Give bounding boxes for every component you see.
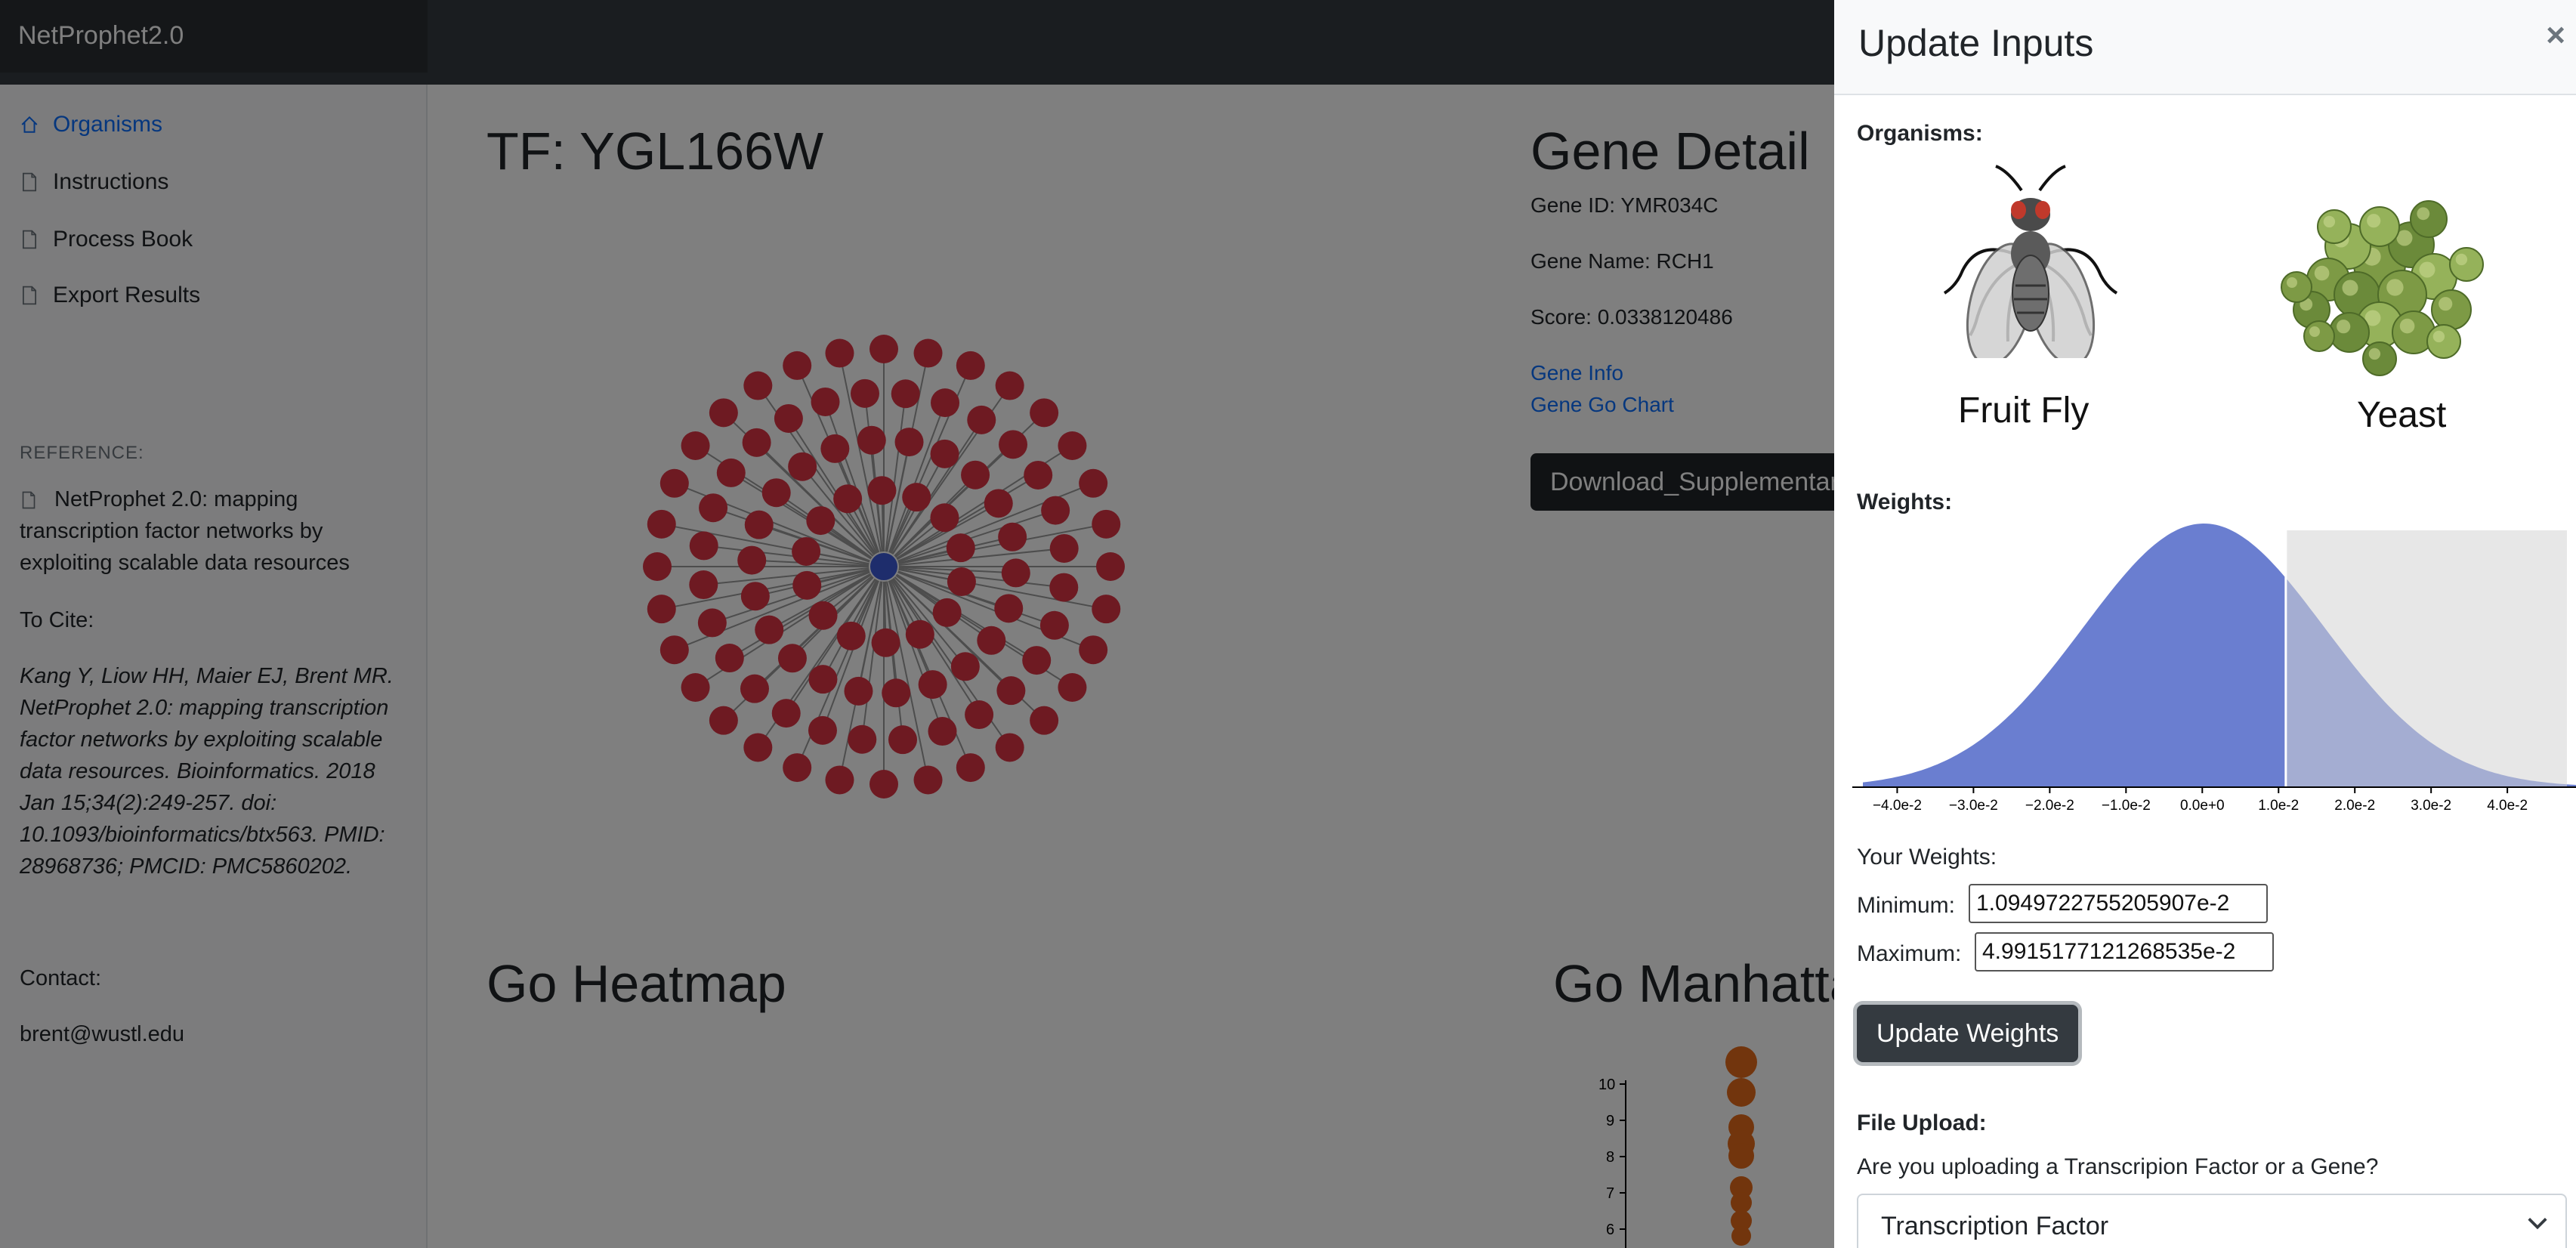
yeast-cell (2431, 289, 2472, 330)
yeast-highlight (2432, 330, 2445, 343)
yeast-cell (2303, 320, 2335, 352)
yeast-highlight (2439, 297, 2453, 311)
panel-title: Update Inputs (1858, 22, 2094, 64)
weights-selection-brush[interactable] (2285, 530, 2567, 787)
fruit-fly-image[interactable] (1917, 165, 2144, 358)
yeast-highlight (2417, 207, 2430, 221)
yeast-highlight (2367, 214, 2381, 228)
x-tick-label: −3.0e-2 (1949, 798, 1998, 814)
yeast-highlight (2399, 318, 2415, 334)
yeast-image[interactable] (2266, 181, 2493, 385)
x-tick-label: 4.0e-2 (2487, 798, 2528, 814)
maximum-label: Maximum: (1857, 941, 1962, 966)
weights-distribution-chart[interactable]: −4.0e-2 −3.0e-2 −2.0e-2 −1.0e-2 0.0e+0 1.0e-2… (1834, 521, 2576, 823)
yeast-highlight (2419, 261, 2435, 278)
yeast-highlight (2337, 320, 2351, 334)
organism-label-yeast[interactable]: Yeast (2357, 394, 2446, 436)
yeast-cell (2329, 312, 2370, 353)
yeast-highlight (2368, 348, 2381, 360)
yeast-cell (2317, 209, 2352, 244)
minimum-label: Minimum: (1857, 893, 1956, 918)
yeast-cell (2281, 271, 2312, 303)
yeast-highlight (2455, 253, 2468, 266)
yeast-highlight (2287, 277, 2297, 288)
yeast-cell (2426, 324, 2461, 359)
x-tick-label: 1.0e-2 (2258, 798, 2299, 814)
yeast-cell (2449, 247, 2484, 282)
close-button[interactable]: × (2546, 17, 2565, 54)
organism-label-fruit-fly[interactable]: Fruit Fly (1958, 390, 2089, 431)
maximum-weight-input[interactable] (1975, 932, 2274, 972)
x-tick-label: −1.0e-2 (2102, 798, 2151, 814)
organisms-label: Organisms: (1857, 121, 1983, 146)
yeast-cell (2410, 200, 2448, 238)
your-weights-label: Your Weights: (1857, 845, 1997, 870)
modal-backdrop[interactable] (0, 0, 1834, 1248)
chevron-down-icon (2528, 1218, 2547, 1230)
yeast-highlight (2342, 280, 2358, 296)
upload-question: Are you uploading a Transcripion Factor … (1857, 1154, 2379, 1179)
yeast-highlight (2386, 279, 2404, 296)
upload-type-selected: Transcription Factor (1881, 1212, 2109, 1240)
yeast-highlight (2314, 265, 2330, 281)
x-tick-label: 2.0e-2 (2334, 798, 2375, 814)
panel-header: Update Inputs × (1834, 0, 2576, 95)
x-tick-label: 3.0e-2 (2411, 798, 2451, 814)
weights-label: Weights: (1857, 490, 1953, 514)
yeast-highlight (2323, 215, 2336, 228)
minimum-weight-input[interactable] (1969, 884, 2268, 923)
x-tick-label: −2.0e-2 (2025, 798, 2074, 814)
upload-type-select[interactable]: Transcription Factor (1857, 1194, 2567, 1248)
update-weights-button[interactable]: Update Weights (1857, 1005, 2079, 1062)
x-tick-label: 0.0e+0 (2180, 798, 2225, 814)
file-upload-label: File Upload: (1857, 1111, 1987, 1135)
yeast-highlight (2309, 326, 2320, 337)
yeast-cell (2359, 206, 2400, 247)
yeast-cell (2362, 341, 2397, 376)
x-tick-label: −4.0e-2 (1873, 798, 1922, 814)
update-inputs-panel: Update Inputs × Organisms: Fruit Fly Yea… (1834, 0, 2576, 1248)
